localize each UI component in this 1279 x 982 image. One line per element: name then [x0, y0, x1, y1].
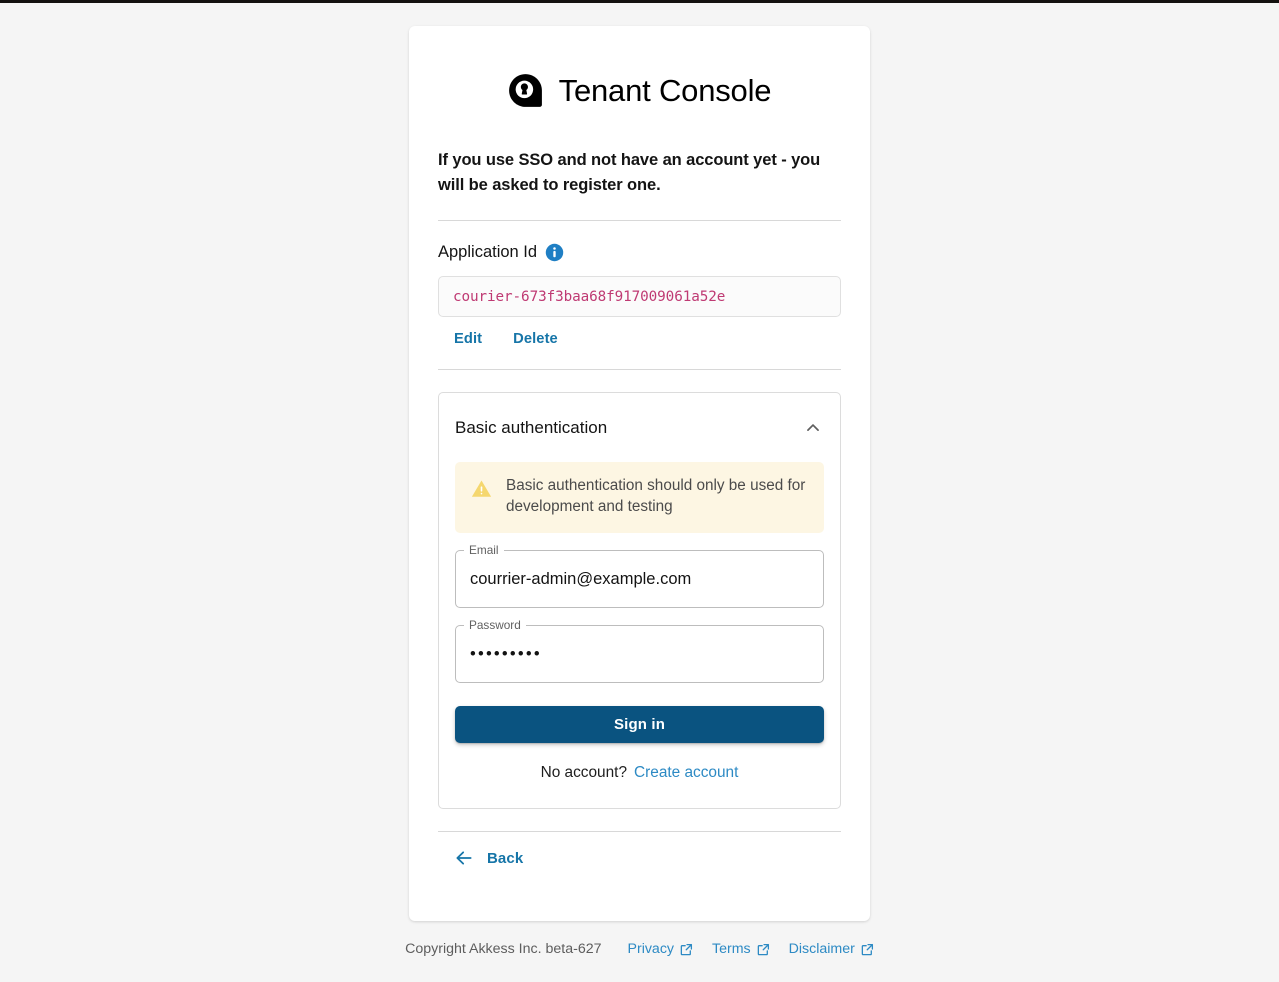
privacy-link[interactable]: Privacy — [628, 941, 694, 957]
arrow-left-icon — [456, 851, 472, 865]
divider-bottom — [438, 831, 841, 833]
application-id-section: Application Id courier-673f3baa68f917009… — [438, 221, 841, 347]
brand-header: Tenant Console — [438, 26, 841, 108]
external-link-icon — [757, 943, 769, 955]
page-background: Tenant Console If you use SSO and not ha… — [0, 3, 1279, 982]
delete-button[interactable]: Delete — [513, 331, 558, 347]
application-id-label-row: Application Id — [438, 243, 841, 262]
sign-in-button[interactable]: Sign in — [455, 706, 824, 744]
password-input[interactable]: ••••••••• — [470, 625, 542, 683]
footer: Copyright Akkess Inc. beta-627 Privacy T… — [0, 941, 1279, 957]
basic-auth-title: Basic authentication — [455, 417, 608, 437]
no-account-label: No account? — [540, 764, 628, 782]
disclaimer-link-label: Disclaimer — [788, 941, 855, 957]
disclaimer-link[interactable]: Disclaimer — [789, 941, 874, 957]
email-input[interactable] — [455, 550, 824, 609]
application-id-value: courier-673f3baa68f917009061a52e — [453, 288, 726, 305]
basic-auth-warning-text: Basic authentication should only be used… — [506, 477, 806, 515]
edit-button[interactable]: Edit — [454, 331, 482, 347]
chevron-up-icon[interactable] — [802, 417, 824, 439]
application-id-label: Application Id — [438, 243, 538, 262]
external-link-icon — [861, 943, 873, 955]
warning-triangle-icon — [471, 480, 492, 497]
create-account-link[interactable]: Create account — [634, 764, 738, 781]
back-label: Back — [487, 849, 524, 867]
basic-auth-panel: Basic authentication Basic authenticatio… — [438, 392, 841, 810]
password-field[interactable]: Password ••••••••• — [455, 620, 824, 684]
basic-auth-warning: Basic authentication should only be used… — [455, 462, 824, 534]
divider-middle — [438, 369, 841, 371]
info-circle-icon[interactable] — [545, 243, 564, 262]
intro-text: If you use SSO and not have an account y… — [438, 151, 821, 195]
privacy-link-label: Privacy — [627, 941, 675, 957]
no-account-row: No account? Create account — [455, 764, 824, 782]
akkess-pin-lock-logo-icon — [508, 74, 542, 107]
copyright-text: Copyright Akkess Inc. beta-627 — [405, 941, 602, 957]
back-button[interactable]: Back — [438, 848, 523, 868]
email-field[interactable]: Email — [455, 545, 824, 609]
external-link-icon — [680, 943, 693, 955]
application-id-actions: Edit Delete — [438, 331, 841, 347]
terms-link[interactable]: Terms — [712, 941, 770, 957]
page-title: Tenant Console — [558, 73, 772, 108]
basic-auth-header[interactable]: Basic authentication — [455, 393, 824, 462]
application-id-value-box: courier-673f3baa68f917009061a52e — [438, 276, 841, 318]
terms-link-label: Terms — [712, 941, 751, 957]
login-card: Tenant Console If you use SSO and not ha… — [409, 26, 870, 921]
